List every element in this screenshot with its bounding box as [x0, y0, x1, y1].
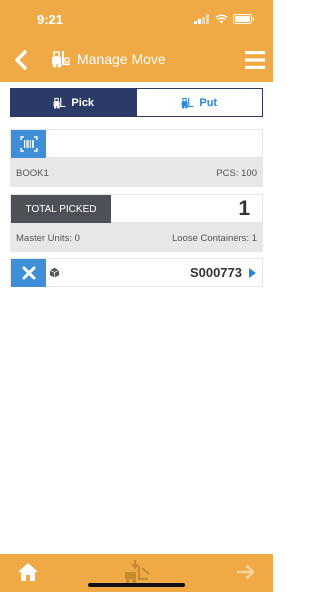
tab-pick-label: Pick: [71, 96, 95, 109]
product-name: BOOK1: [16, 168, 49, 179]
tab-put[interactable]: Put: [136, 89, 262, 116]
master-units: Master Units: 0: [16, 233, 80, 244]
product-pcs: PCS: 100: [216, 168, 257, 179]
units-info: Master Units: 0 Loose Containers: 1: [10, 223, 263, 252]
remove-item-button[interactable]: [11, 259, 46, 287]
product-info: BOOK1 PCS: 100: [10, 158, 263, 187]
pick-forklift-icon: [54, 97, 66, 109]
status-bar: 9:21: [0, 0, 273, 40]
loose-containers: Loose Containers: 1: [171, 233, 257, 244]
status-icons: [194, 14, 255, 24]
barcode-icon: [19, 136, 38, 152]
forklift-icon: [52, 51, 70, 68]
total-picked-label: TOTAL PICKED: [11, 195, 111, 223]
put-forklift-icon: [182, 97, 194, 109]
status-time: 9:21: [37, 12, 64, 27]
back-icon[interactable]: [10, 48, 32, 72]
home-indicator: [88, 583, 185, 587]
total-picked-row: TOTAL PICKED 1: [10, 194, 263, 223]
scan-input-row[interactable]: [10, 129, 263, 158]
drop-forklift-icon: [125, 560, 150, 584]
close-icon: [22, 266, 35, 280]
total-picked-value: 1: [238, 197, 250, 220]
title-text: Manage Move: [77, 51, 166, 67]
hamburger-menu-icon[interactable]: [245, 50, 265, 70]
tab-put-label: Put: [199, 96, 218, 109]
item-id: S000773: [189, 265, 242, 280]
pick-put-toggle: Pick Put: [10, 88, 263, 117]
nav-bar: Manage Move: [0, 42, 273, 78]
barcode-scan-button[interactable]: [11, 130, 46, 158]
forward-arrow-icon[interactable]: [236, 562, 256, 582]
wifi-icon: [215, 14, 228, 24]
app-header: 9:21 Manage Move: [0, 0, 273, 82]
signal-icon: [194, 14, 209, 24]
caret-right-icon: [249, 268, 256, 278]
battery-icon: [233, 14, 255, 24]
home-icon[interactable]: [17, 562, 39, 582]
tab-pick[interactable]: Pick: [11, 89, 137, 116]
box-icon: [49, 267, 60, 278]
page-title: Manage Move: [51, 50, 166, 68]
list-item[interactable]: S000773: [10, 258, 263, 287]
